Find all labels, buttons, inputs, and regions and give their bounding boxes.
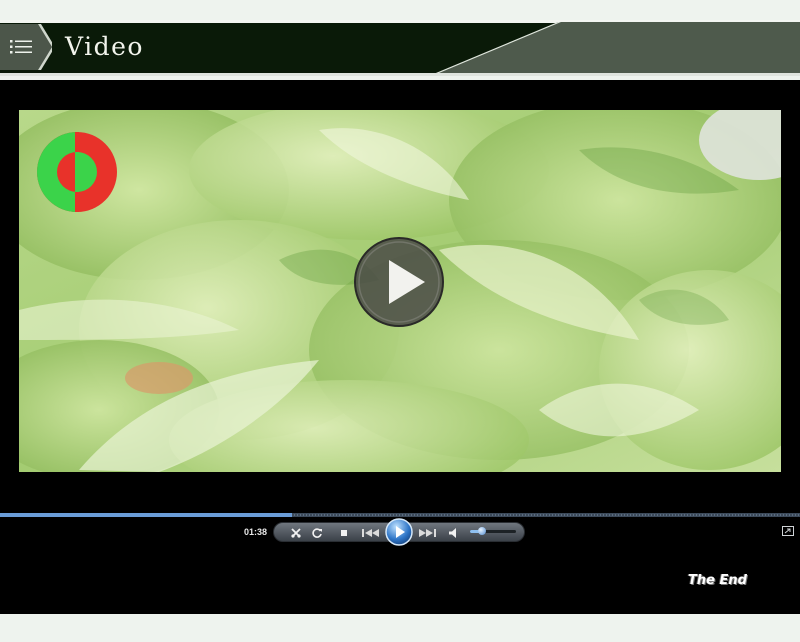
footer-strip bbox=[0, 614, 800, 642]
play-pause-button[interactable] bbox=[385, 518, 413, 546]
previous-icon[interactable] bbox=[359, 525, 383, 541]
video-page: Video 01:38 The End bbox=[0, 0, 800, 642]
play-icon[interactable] bbox=[353, 236, 445, 328]
seek-bar[interactable] bbox=[0, 513, 800, 517]
menu-button[interactable] bbox=[0, 24, 52, 70]
settings-icon[interactable] bbox=[288, 525, 304, 541]
end-label: The End bbox=[688, 573, 747, 588]
seek-bar-progress bbox=[0, 513, 292, 517]
volume-knob[interactable] bbox=[477, 527, 486, 535]
page-title: Video bbox=[65, 32, 144, 61]
next-icon[interactable] bbox=[415, 525, 439, 541]
current-time: 01:38 bbox=[244, 527, 268, 537]
header-decoration bbox=[436, 22, 800, 73]
refresh-icon[interactable] bbox=[309, 525, 325, 541]
volume-icon[interactable] bbox=[445, 525, 461, 541]
stop-icon[interactable] bbox=[336, 525, 352, 541]
fullscreen-icon[interactable] bbox=[782, 526, 794, 536]
video-player: 01:38 The End bbox=[0, 80, 800, 614]
circular-logo-icon bbox=[37, 132, 117, 212]
video-viewport[interactable] bbox=[19, 110, 781, 472]
menu-tab-shape bbox=[0, 24, 52, 70]
volume-slider[interactable] bbox=[470, 527, 516, 535]
